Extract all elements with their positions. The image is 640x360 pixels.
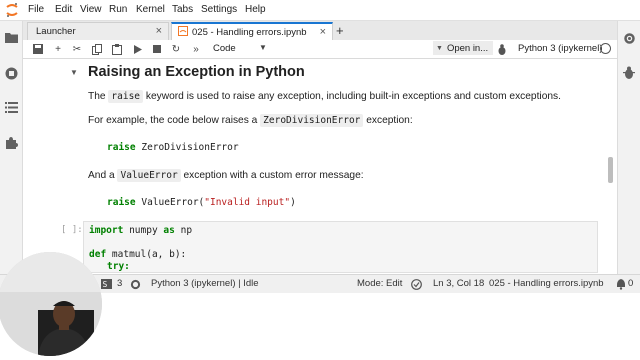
paragraph-raise-keyword: The raise keyword is used to raise any e…: [88, 90, 561, 103]
run-icon[interactable]: [131, 42, 145, 56]
add-tab-icon[interactable]: +: [336, 23, 344, 38]
code-text: ZeroDivisionError: [141, 142, 239, 153]
chevron-down-icon[interactable]: ▼: [259, 43, 267, 52]
code-line-1: import numpy as np: [89, 225, 192, 236]
property-inspector-gear-icon[interactable]: [622, 31, 636, 45]
code-line-3: try:: [107, 261, 130, 272]
code-block-value-error: raise ValueError("Invalid input"): [107, 197, 296, 208]
stop-icon[interactable]: [150, 42, 164, 56]
add-cell-icon[interactable]: +: [51, 42, 65, 56]
code-keyword: def: [89, 249, 107, 260]
menu-view[interactable]: View: [80, 4, 102, 15]
paragraph-example: For example, the code below raises a Zer…: [88, 114, 413, 127]
code-keyword: try:: [107, 261, 130, 272]
markdown-heading: Raising an Exception in Python: [88, 64, 305, 80]
debugger-bug-icon[interactable]: [495, 42, 509, 56]
notification-bell-icon[interactable]: [615, 278, 627, 290]
inline-code: raise: [108, 90, 144, 103]
status-file-name: 025 - Handling errors.ipynb: [489, 278, 604, 289]
code-keyword: as: [163, 225, 175, 236]
menu-kernel[interactable]: Kernel: [136, 4, 165, 15]
kernel-name[interactable]: Python 3 (ipykernel): [518, 43, 602, 54]
menu-edit[interactable]: Edit: [55, 4, 72, 15]
restart-run-all-icon[interactable]: »: [189, 42, 203, 56]
tab-launcher[interactable]: Launcher ×: [27, 22, 169, 40]
extensions-puzzle-icon[interactable]: [4, 135, 18, 149]
code-line-2: def matmul(a, b):: [89, 249, 186, 260]
paste-icon[interactable]: [110, 42, 124, 56]
cell-type-select[interactable]: Code: [213, 43, 281, 54]
notification-count: 0: [628, 278, 634, 289]
code-text: ): [290, 197, 296, 208]
open-in-label: Open in...: [446, 42, 489, 54]
kernel-settings-gear-icon[interactable]: [129, 278, 141, 290]
cell-prompt: [ ]:: [61, 225, 83, 235]
inline-code: ZeroDivisionError: [260, 114, 364, 127]
editor-mode: Mode: Edit: [357, 278, 403, 289]
code-text: ValueError(: [141, 197, 205, 208]
table-of-contents-icon[interactable]: [4, 100, 18, 114]
tab-notebook-label: 025 - Handling errors.ipynb: [192, 26, 307, 38]
terminal-icon[interactable]: S: [100, 278, 112, 290]
terminal-count: 3: [117, 278, 123, 289]
code-string: "Invalid input": [204, 197, 291, 208]
open-in-button[interactable]: ▼ Open in...: [433, 41, 493, 55]
notebook-toolbar: + ✂ ↻ » Code ▼ ▼ Open in... Python 3 (ip…: [23, 40, 617, 59]
restart-icon[interactable]: ↻: [169, 42, 183, 56]
text: The: [88, 91, 106, 102]
collapse-chevron-icon[interactable]: ▼: [70, 68, 78, 77]
code-block-zero-division: raise ZeroDivisionError: [107, 142, 239, 153]
inline-code: ValueError: [117, 169, 181, 182]
kernel-status-icon: [600, 43, 611, 54]
code-keyword: raise: [107, 197, 136, 208]
copy-icon[interactable]: [90, 42, 104, 56]
webcam-overlay: [0, 252, 102, 356]
code-text: numpy: [129, 225, 158, 236]
scrollbar-thumb[interactable]: [608, 157, 613, 183]
right-sidebar: [617, 21, 640, 291]
left-sidebar: [0, 21, 23, 291]
close-icon[interactable]: ×: [156, 25, 162, 37]
chevron-down-icon: ▼: [436, 44, 443, 52]
text: For example, the code below raises a: [88, 115, 258, 126]
close-icon[interactable]: ×: [320, 26, 326, 38]
tab-bar: Launcher × 025 - Handling errors.ipynb ×…: [23, 21, 617, 41]
save-icon[interactable]: [31, 42, 45, 56]
notebook-icon: [172, 25, 188, 39]
running-sessions-icon[interactable]: [4, 66, 18, 80]
tab-launcher-label: Launcher: [36, 26, 76, 37]
paragraph-value-error: And a ValueError exception with a custom…: [88, 169, 364, 182]
tab-notebook[interactable]: 025 - Handling errors.ipynb ×: [171, 22, 333, 40]
menu-file[interactable]: File: [28, 4, 44, 15]
text: exception with a custom error message:: [183, 170, 364, 181]
text: And a: [88, 170, 115, 181]
code-keyword: raise: [107, 142, 136, 153]
menu-bar: File Edit View Run Kernel Tabs Settings …: [0, 0, 640, 21]
svg-text:S: S: [102, 280, 107, 289]
folder-icon[interactable]: [4, 30, 18, 44]
shield-check-icon[interactable]: [410, 278, 422, 290]
jupyter-logo-icon: [5, 2, 19, 18]
debugger-bug-icon[interactable]: [622, 65, 636, 79]
code-text: np: [180, 225, 193, 236]
code-keyword: import: [89, 225, 124, 236]
menu-help[interactable]: Help: [245, 4, 266, 15]
kernel-status-text[interactable]: Python 3 (ipykernel) | Idle: [151, 278, 259, 289]
cut-icon[interactable]: ✂: [70, 42, 84, 56]
text: exception:: [366, 115, 413, 126]
menu-run[interactable]: Run: [109, 4, 127, 15]
text: keyword is used to raise any exception, …: [145, 91, 561, 102]
menu-tabs[interactable]: Tabs: [172, 4, 193, 15]
cursor-position[interactable]: Ln 3, Col 18: [433, 278, 484, 289]
menu-settings[interactable]: Settings: [201, 4, 237, 15]
code-text: matmul(a, b):: [111, 249, 187, 260]
